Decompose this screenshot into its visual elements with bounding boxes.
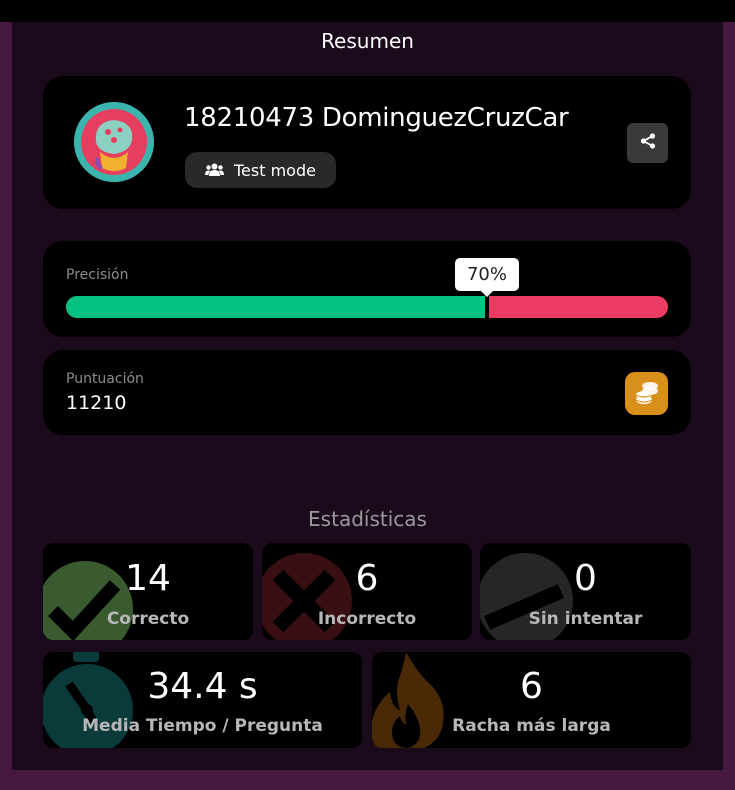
accuracy-tooltip: 70%: [455, 258, 519, 297]
stat-correct-value: 14: [125, 558, 171, 599]
accuracy-card: Precisión 70%: [43, 241, 691, 337]
accuracy-bar-separator: [485, 296, 489, 318]
mode-badge[interactable]: Test mode: [185, 152, 336, 188]
accuracy-bar: [66, 296, 668, 318]
accuracy-label: Precisión: [66, 267, 129, 283]
stat-incorrect: 6 Incorrecto: [262, 543, 472, 640]
username: 18210473 DominguezCruzCar: [184, 103, 569, 133]
stat-unattempted: 0 Sin intentar: [480, 543, 691, 640]
score-card: Puntuación 11210: [43, 350, 691, 435]
stat-incorrect-label: Incorrecto: [317, 609, 417, 629]
stat-incorrect-value: 6: [355, 558, 379, 599]
stat-avg-time-value: 34.4 s: [147, 666, 258, 707]
stat-streak-value: 6: [520, 666, 543, 707]
page-title: Resumen: [321, 29, 414, 53]
stat-unattempted-label: Sin intentar: [528, 609, 643, 629]
coins-icon: [633, 378, 661, 410]
user-card: 18210473 DominguezCruzCar Test mode: [43, 76, 691, 209]
share-icon: [640, 133, 656, 153]
share-button[interactable]: [627, 123, 668, 163]
stat-streak: 6 Racha más larga: [372, 652, 691, 748]
stat-avg-time: 34.4 s Media Tiempo / Pregunta: [43, 652, 362, 748]
score-label: Puntuación: [66, 371, 144, 387]
stat-avg-time-label: Media Tiempo / Pregunta: [82, 716, 323, 736]
users-icon: [205, 161, 224, 180]
stat-streak-label: Racha más larga: [452, 716, 611, 736]
stat-unattempted-value: 0: [574, 558, 597, 599]
accuracy-percent: 70%: [466, 264, 507, 285]
score-value: 11210: [66, 392, 127, 414]
stats-title: Estadísticas: [308, 507, 427, 531]
avatar: [74, 102, 154, 182]
stat-correct-label: Correcto: [106, 609, 190, 629]
coin-button[interactable]: [625, 372, 668, 415]
accuracy-bar-fill: [66, 296, 487, 318]
mode-label: Test mode: [234, 160, 316, 180]
stat-correct: 14 Correcto: [43, 543, 253, 640]
top-bar: [0, 0, 735, 22]
